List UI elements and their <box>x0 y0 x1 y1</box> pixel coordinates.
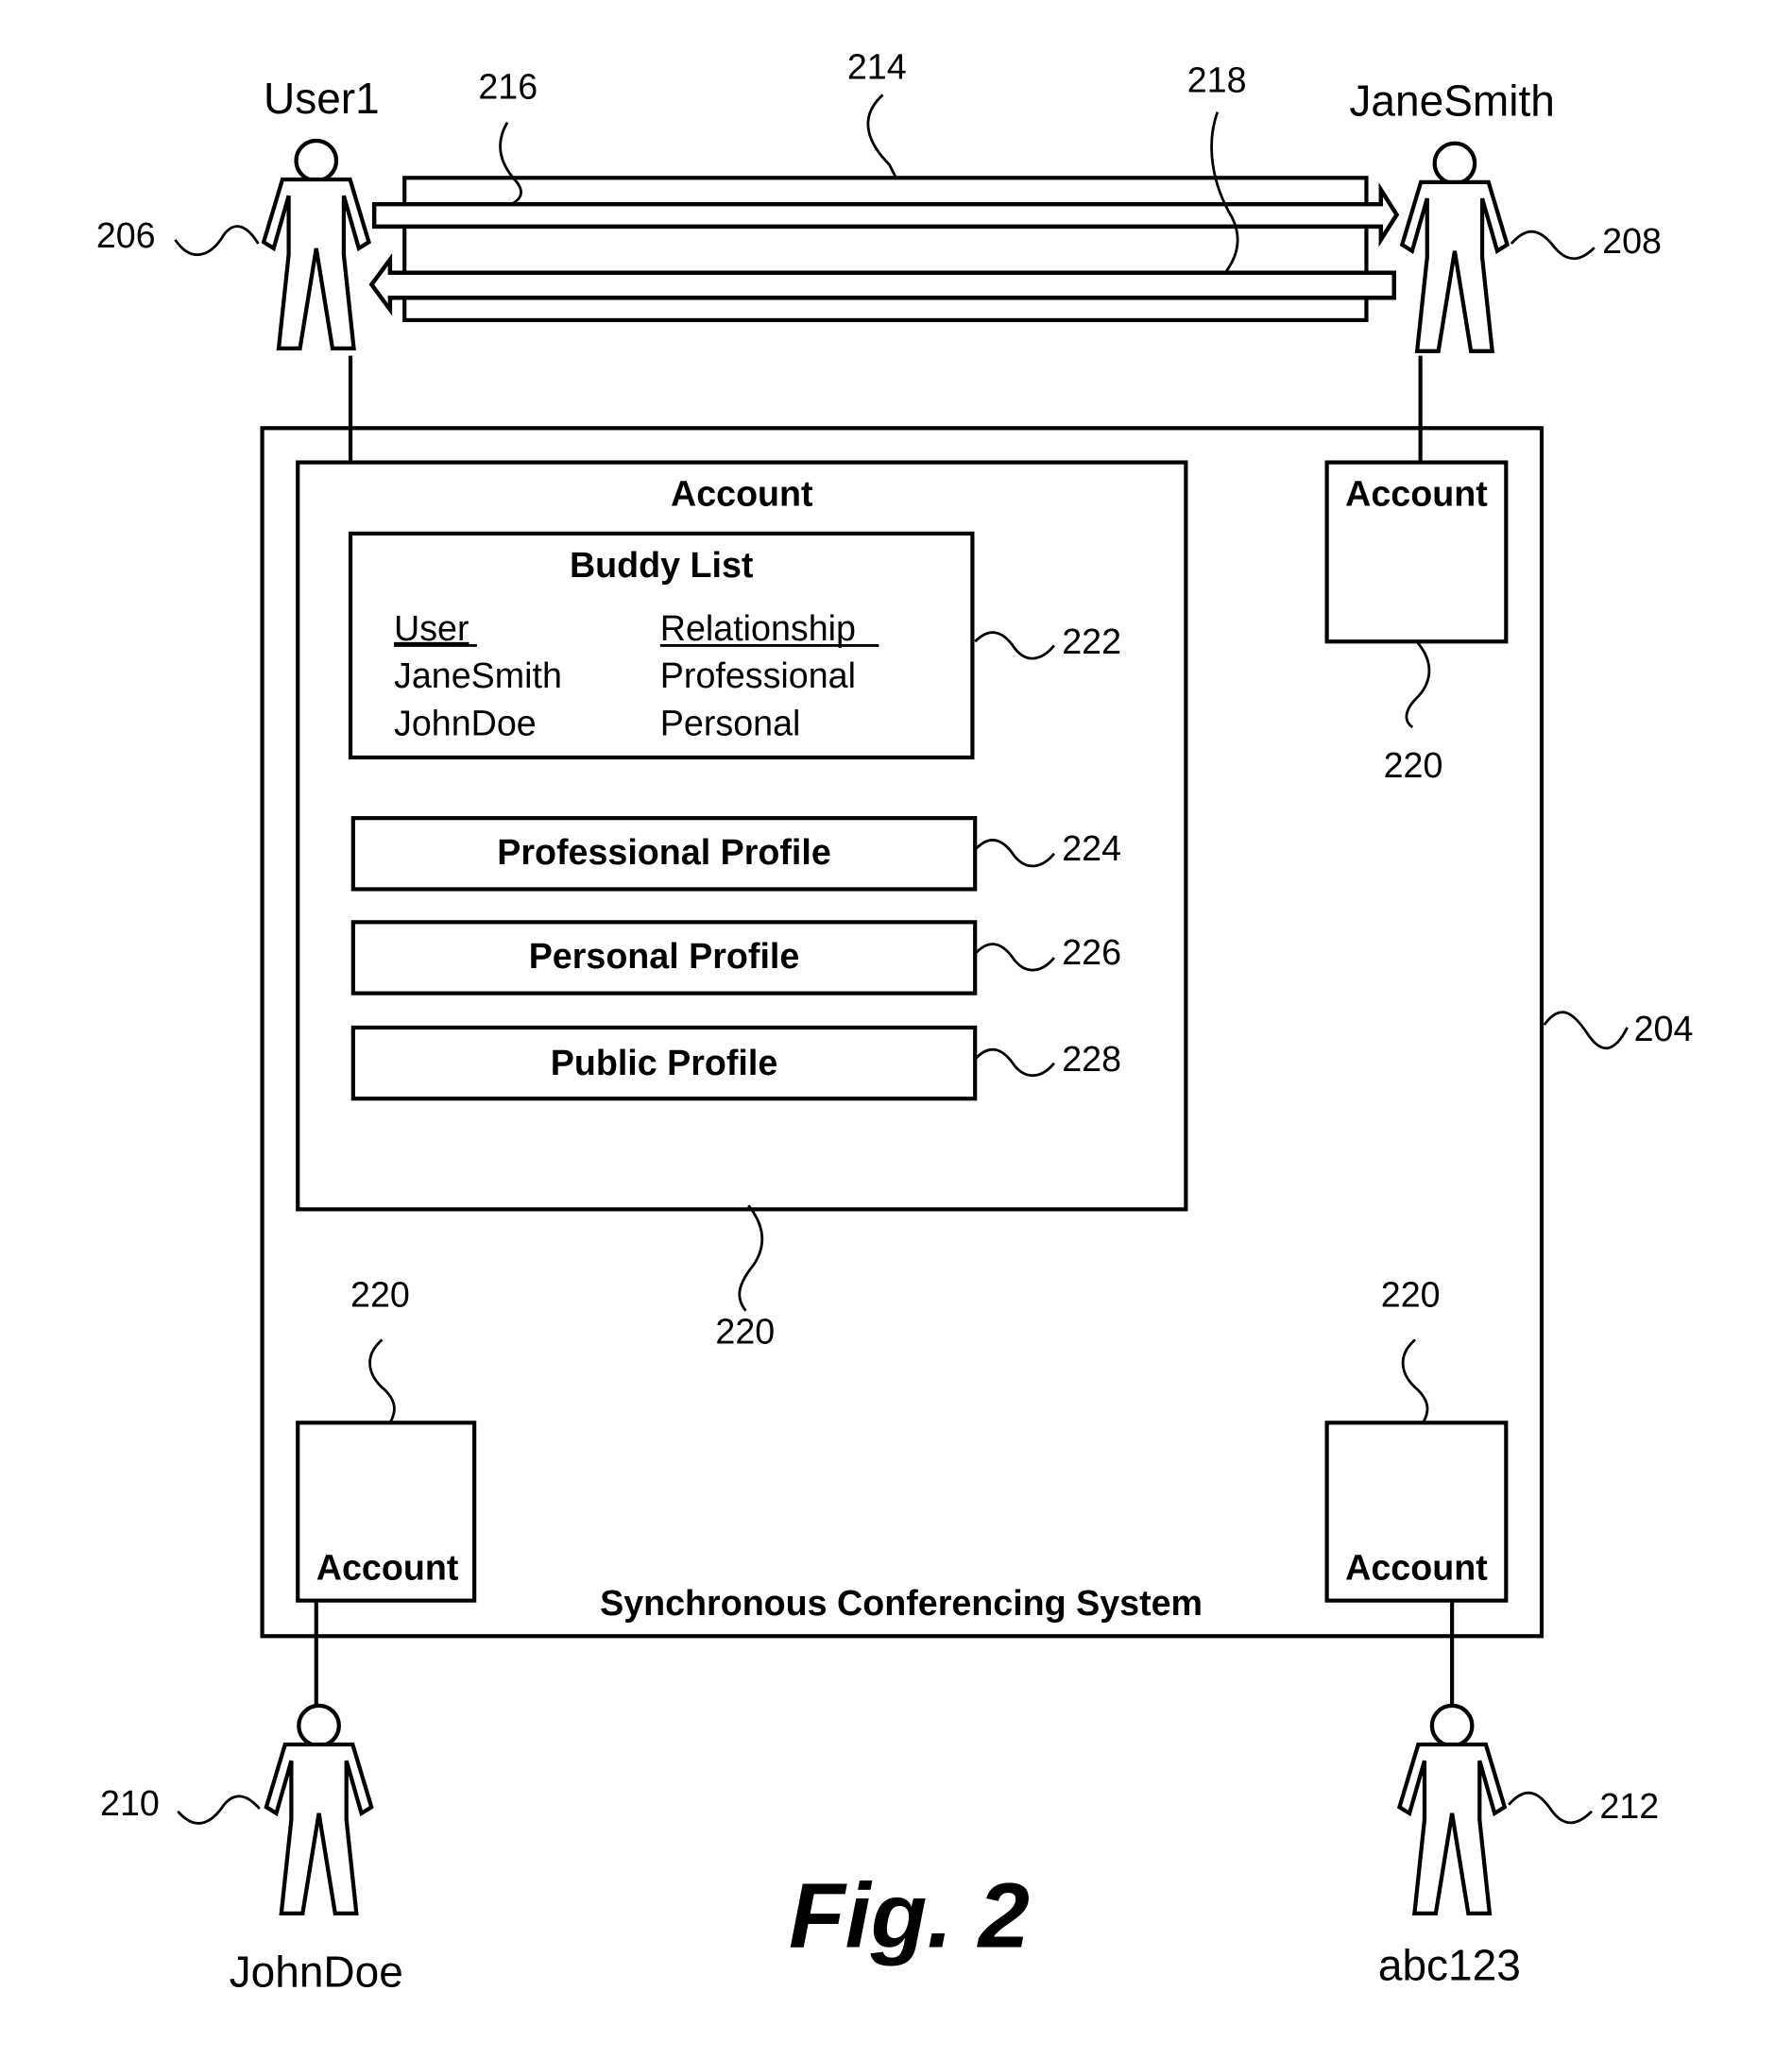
buddy-list-title: Buddy List <box>570 545 754 585</box>
janesmith-name: JaneSmith <box>1349 77 1554 126</box>
ref-216: 216 <box>478 67 538 107</box>
figure-caption: Fig. 2 <box>789 1863 1030 1966</box>
ref-220-johndoe: 220 <box>350 1275 410 1315</box>
leader-220-main <box>738 1204 764 1312</box>
ref-224: 224 <box>1062 828 1121 868</box>
leader-210 <box>177 1795 261 1825</box>
buddy-row-1-user: JaneSmith <box>394 655 562 695</box>
ref-212: 212 <box>1599 1786 1659 1826</box>
public-profile-label: Public Profile <box>551 1043 778 1082</box>
leader-222 <box>974 631 1055 660</box>
abc123-name: abc123 <box>1378 1940 1521 1989</box>
leader-206 <box>174 225 260 257</box>
leader-226 <box>974 943 1055 972</box>
buddy-row-2-user: JohnDoe <box>394 703 537 742</box>
leader-220-janesmith <box>1405 641 1431 729</box>
ref-220-abc123: 220 <box>1381 1275 1441 1315</box>
user1-person-icon <box>264 141 368 349</box>
leader-224 <box>974 839 1055 868</box>
ref-218: 218 <box>1187 60 1247 100</box>
system-label: Synchronous Conferencing System <box>600 1583 1203 1623</box>
ref-220-main: 220 <box>715 1312 775 1352</box>
personal-profile-label: Personal Profile <box>529 936 800 976</box>
janesmith-person-icon <box>1402 144 1507 351</box>
outgoing-message-arrow <box>371 182 1400 247</box>
leader-214 <box>866 94 897 179</box>
abc123-person-icon <box>1399 1706 1504 1914</box>
ref-226: 226 <box>1062 932 1121 972</box>
buddy-row-2-relationship: Personal <box>660 703 801 742</box>
buddy-col-user: User <box>394 608 469 648</box>
ref-220-janesmith: 220 <box>1384 745 1443 785</box>
ref-208: 208 <box>1602 221 1662 261</box>
professional-profile-label: Professional Profile <box>497 832 831 872</box>
leader-216 <box>499 122 522 206</box>
janesmith-account-label: Account <box>1345 474 1488 514</box>
ref-222: 222 <box>1062 621 1121 661</box>
ref-228: 228 <box>1062 1039 1121 1079</box>
incoming-message-arrow <box>368 252 1396 316</box>
leader-218 <box>1210 111 1239 274</box>
buddy-row-1-relationship: Professional <box>660 655 856 695</box>
leader-208 <box>1510 230 1596 261</box>
johndoe-account-label: Account <box>316 1547 459 1587</box>
leader-204 <box>1543 1011 1629 1050</box>
leader-220-abc123 <box>1401 1338 1429 1424</box>
johndoe-name: JohnDoe <box>230 1947 403 1996</box>
buddy-col-relationship: Relationship <box>660 608 856 648</box>
main-account-label: Account <box>671 474 813 514</box>
ref-210: 210 <box>100 1783 160 1823</box>
abc123-account-label: Account <box>1345 1547 1488 1587</box>
leader-220-johndoe <box>368 1338 396 1424</box>
leader-212 <box>1508 1791 1593 1825</box>
ref-214: 214 <box>847 47 907 87</box>
user1-name: User1 <box>264 74 380 123</box>
ref-206: 206 <box>96 215 156 255</box>
leader-228 <box>974 1047 1055 1077</box>
johndoe-person-icon <box>266 1706 371 1914</box>
ref-204: 204 <box>1634 1009 1694 1048</box>
patent-figure: Synchronous Conferencing System 204 214 … <box>96 47 1694 1997</box>
